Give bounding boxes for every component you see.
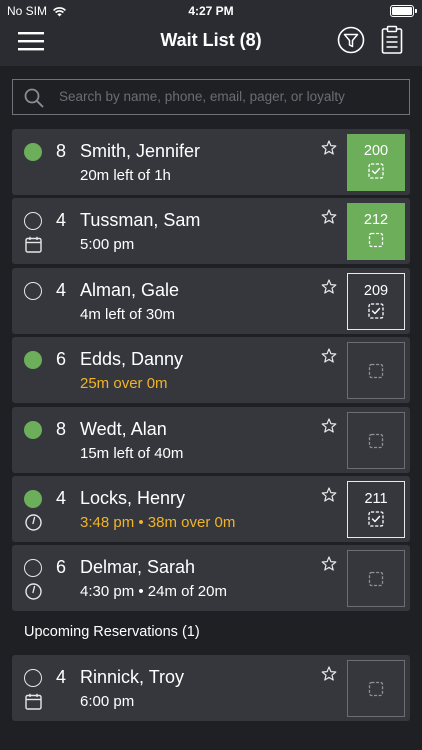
table-checked-icon bbox=[367, 302, 385, 320]
party-size: 6 bbox=[56, 349, 67, 369]
star-icon[interactable] bbox=[321, 556, 337, 572]
wait-status: 25m over 0m bbox=[80, 375, 168, 392]
guest-name: Alman, Gale bbox=[80, 280, 180, 300]
guest-name: Locks, Henry bbox=[80, 488, 186, 508]
wait-status: 20m left of 1h bbox=[80, 167, 171, 184]
table-number: 209 bbox=[363, 283, 389, 299]
table-assign-button[interactable] bbox=[347, 342, 405, 399]
waiting-status-dot[interactable] bbox=[24, 559, 42, 577]
table-square-icon bbox=[367, 680, 385, 698]
table-number: 211 bbox=[364, 491, 388, 507]
star-icon[interactable] bbox=[321, 487, 337, 503]
table-assign-button[interactable]: 211 bbox=[347, 481, 405, 538]
table-square-icon bbox=[367, 432, 385, 450]
waiting-status-dot[interactable] bbox=[24, 282, 42, 300]
seated-status-dot[interactable] bbox=[24, 421, 42, 439]
wait-status: 5:00 pm bbox=[80, 236, 135, 253]
waitlist-card[interactable]: 4 Locks, Henry 3:48 pm • 38m over 0m 211 bbox=[12, 476, 410, 542]
wait-status: 4m left of 30m bbox=[80, 306, 176, 323]
wait-status: 15m left of 40m bbox=[80, 445, 184, 462]
calendar-icon bbox=[25, 236, 42, 253]
battery-icon bbox=[390, 5, 417, 17]
star-icon[interactable] bbox=[321, 140, 337, 156]
waiting-status-dot[interactable] bbox=[24, 669, 42, 687]
upcoming-reservations-header: Upcoming Reservations (1) bbox=[24, 624, 200, 640]
party-size: 4 bbox=[56, 667, 67, 687]
guest-name: Tussman, Sam bbox=[80, 210, 201, 230]
table-assign-button[interactable] bbox=[347, 660, 405, 717]
status-bar: No SIM 4:27 PM bbox=[0, 0, 422, 22]
guest-name: Rinnick, Troy bbox=[80, 667, 185, 687]
table-checked-icon bbox=[367, 510, 385, 528]
table-square-icon bbox=[367, 570, 385, 588]
table-assign-button[interactable]: 209 bbox=[347, 273, 405, 330]
clock-icon bbox=[25, 514, 42, 531]
waitlist-card[interactable]: 6 Delmar, Sarah 4:30 pm • 24m of 20m bbox=[12, 545, 410, 611]
wait-status: 6:00 pm bbox=[80, 693, 135, 710]
guest-name: Delmar, Sarah bbox=[80, 557, 196, 577]
star-icon[interactable] bbox=[321, 348, 337, 364]
search-icon bbox=[24, 88, 44, 108]
search-bar bbox=[12, 79, 410, 115]
wait-status: 3:48 pm • 38m over 0m bbox=[80, 514, 236, 531]
party-size: 4 bbox=[56, 210, 67, 230]
guest-name: Edds, Danny bbox=[80, 349, 184, 369]
waitlist-card[interactable]: 4 Tussman, Sam 5:00 pm 212 bbox=[12, 198, 410, 264]
clipboard-icon bbox=[381, 25, 403, 54]
table-assign-button[interactable]: 200 bbox=[347, 134, 405, 191]
clock-time: 4:27 PM bbox=[188, 4, 234, 18]
table-number: 212 bbox=[363, 212, 389, 228]
seated-status-dot[interactable] bbox=[24, 143, 42, 161]
guest-name: Wedt, Alan bbox=[80, 419, 167, 439]
star-icon[interactable] bbox=[321, 418, 337, 434]
waitlist-card[interactable]: 4 Rinnick, Troy 6:00 pm bbox=[12, 655, 410, 721]
table-checked-icon bbox=[367, 162, 385, 180]
party-size: 6 bbox=[56, 557, 67, 577]
star-icon[interactable] bbox=[321, 666, 337, 682]
clipboard-button[interactable] bbox=[381, 25, 403, 55]
search-input[interactable] bbox=[59, 80, 399, 113]
party-size: 8 bbox=[56, 141, 67, 161]
table-square-icon bbox=[367, 362, 385, 380]
waitlist-card[interactable]: 4 Alman, Gale 4m left of 30m 209 bbox=[12, 268, 410, 334]
seated-status-dot[interactable] bbox=[24, 490, 42, 508]
wait-status: 4:30 pm • 24m of 20m bbox=[80, 583, 227, 600]
nav-bar: Wait List (8) bbox=[0, 22, 422, 66]
party-size: 8 bbox=[56, 419, 67, 439]
waitlist-card[interactable]: 8 Smith, Jennifer 20m left of 1h 200 bbox=[12, 129, 410, 195]
star-icon[interactable] bbox=[321, 279, 337, 295]
waitlist-card[interactable]: 8 Wedt, Alan 15m left of 40m bbox=[12, 407, 410, 473]
table-assign-button[interactable]: 212 bbox=[347, 203, 405, 260]
table-assign-button[interactable] bbox=[347, 550, 405, 607]
waiting-status-dot[interactable] bbox=[24, 212, 42, 230]
seated-status-dot[interactable] bbox=[24, 351, 42, 369]
waitlist-card[interactable]: 6 Edds, Danny 25m over 0m bbox=[12, 337, 410, 403]
table-assign-button[interactable] bbox=[347, 412, 405, 469]
party-size: 4 bbox=[56, 280, 67, 300]
guest-name: Smith, Jennifer bbox=[80, 141, 201, 161]
filter-icon bbox=[337, 26, 365, 54]
calendar-icon bbox=[25, 693, 42, 710]
clock-icon bbox=[25, 583, 42, 600]
star-icon[interactable] bbox=[321, 209, 337, 225]
party-size: 4 bbox=[56, 488, 67, 508]
table-number: 200 bbox=[363, 143, 389, 159]
filter-button[interactable] bbox=[337, 26, 365, 54]
table-square-icon bbox=[367, 231, 385, 249]
